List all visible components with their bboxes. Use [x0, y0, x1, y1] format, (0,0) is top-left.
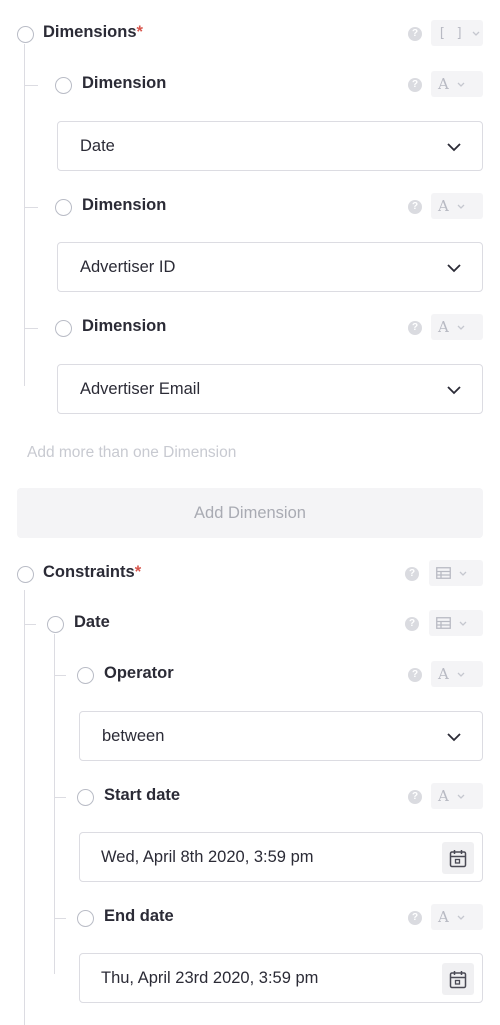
calendar-button[interactable] — [442, 842, 474, 874]
operator-select[interactable]: between — [79, 711, 483, 761]
chevron-down-icon — [457, 915, 465, 920]
chevron-down-icon — [457, 794, 465, 799]
select-value: Advertiser Email — [80, 379, 201, 398]
question-circle-icon[interactable]: ? — [408, 321, 422, 335]
question-circle-icon[interactable]: ? — [408, 27, 422, 41]
calendar-icon — [449, 849, 467, 867]
type-selector-text[interactable]: A — [431, 904, 483, 930]
dimension-select[interactable]: Advertiser Email — [57, 364, 483, 414]
question-circle-icon[interactable]: ? — [408, 911, 422, 925]
constraints-label: Constraints* — [43, 563, 142, 581]
calendar-button[interactable] — [442, 963, 474, 995]
chevron-down-icon — [457, 672, 465, 677]
end-date-radio[interactable] — [77, 910, 94, 927]
chevron-down-icon — [447, 386, 461, 395]
dimensions-hint: Add more than one Dimension — [27, 444, 237, 461]
constraints-radio[interactable] — [17, 566, 34, 583]
required-mark: * — [136, 23, 143, 41]
dimension-select[interactable]: Advertiser ID — [57, 242, 483, 292]
chevron-down-icon — [459, 621, 467, 626]
chevron-down-icon — [447, 733, 461, 742]
chevron-down-icon — [447, 143, 461, 152]
type-selector-text[interactable]: A — [431, 783, 483, 809]
select-value: between — [102, 726, 165, 745]
add-dimension-button[interactable]: Add Dimension — [17, 488, 483, 538]
start-date-input[interactable]: Wed, April 8th 2020, 3:59 pm — [79, 832, 483, 882]
question-circle-icon[interactable]: ? — [405, 617, 419, 631]
text-type-icon: A — [438, 665, 449, 683]
start-date-label: Start date — [104, 786, 181, 804]
tree-branch — [24, 207, 38, 208]
dimension-radio[interactable] — [55, 77, 72, 94]
select-value: Advertiser ID — [80, 257, 176, 276]
dimensions-tree-line — [24, 44, 25, 386]
chevron-down-icon — [447, 264, 461, 273]
array-type-icon: [ ] — [438, 25, 465, 41]
chevron-down-icon — [473, 31, 480, 36]
operator-label: Operator — [104, 664, 174, 682]
date-constraint-radio[interactable] — [47, 616, 64, 633]
table-icon — [436, 567, 451, 579]
operator-radio[interactable] — [77, 667, 94, 684]
dimension-select[interactable]: Date — [57, 121, 483, 171]
date-tree-line — [54, 634, 55, 974]
calendar-icon — [449, 970, 467, 988]
question-circle-icon[interactable]: ? — [408, 668, 422, 682]
chevron-down-icon — [459, 571, 467, 576]
dimension-radio[interactable] — [55, 320, 72, 337]
text-type-icon: A — [438, 908, 449, 926]
chevron-down-icon — [457, 204, 465, 209]
select-value: Date — [80, 136, 115, 155]
type-selector-text[interactable]: A — [431, 661, 483, 687]
end-date-label: End date — [104, 907, 174, 925]
dimension-label: Dimension — [82, 196, 167, 214]
text-type-icon: A — [438, 75, 449, 93]
date-constraint-label: Date — [74, 613, 110, 631]
chevron-down-icon — [457, 82, 465, 87]
type-selector-text[interactable]: A — [431, 314, 483, 340]
question-circle-icon[interactable]: ? — [405, 567, 419, 581]
constraints-tree-line — [24, 590, 25, 1025]
dimensions-label: Dimensions* — [43, 23, 143, 41]
dimension-label: Dimension — [82, 317, 167, 335]
start-date-radio[interactable] — [77, 789, 94, 806]
question-circle-icon[interactable]: ? — [408, 200, 422, 214]
tree-branch — [54, 675, 66, 676]
dimension-label: Dimension — [82, 74, 167, 92]
end-date-input[interactable]: Thu, April 23rd 2020, 3:59 pm — [79, 953, 483, 1003]
date-value: Wed, April 8th 2020, 3:59 pm — [101, 847, 314, 866]
text-type-icon: A — [438, 787, 449, 805]
tree-branch — [54, 797, 66, 798]
type-selector-array[interactable]: [ ] — [431, 20, 483, 46]
date-value: Thu, April 23rd 2020, 3:59 pm — [101, 968, 319, 987]
text-type-icon: A — [438, 197, 449, 215]
required-mark: * — [134, 563, 142, 581]
dimension-radio[interactable] — [55, 199, 72, 216]
dimensions-radio[interactable] — [17, 26, 34, 43]
type-selector-object[interactable] — [429, 610, 483, 636]
chevron-down-icon — [457, 325, 465, 330]
question-circle-icon[interactable]: ? — [408, 790, 422, 804]
type-selector-text[interactable]: A — [431, 193, 483, 219]
tree-branch — [24, 85, 38, 86]
tree-branch — [24, 328, 38, 329]
text-type-icon: A — [438, 318, 449, 336]
question-circle-icon[interactable]: ? — [408, 78, 422, 92]
tree-branch — [54, 918, 66, 919]
type-selector-text[interactable]: A — [431, 71, 483, 97]
table-icon — [436, 617, 451, 629]
type-selector-object[interactable] — [429, 560, 483, 586]
tree-branch — [24, 624, 36, 625]
